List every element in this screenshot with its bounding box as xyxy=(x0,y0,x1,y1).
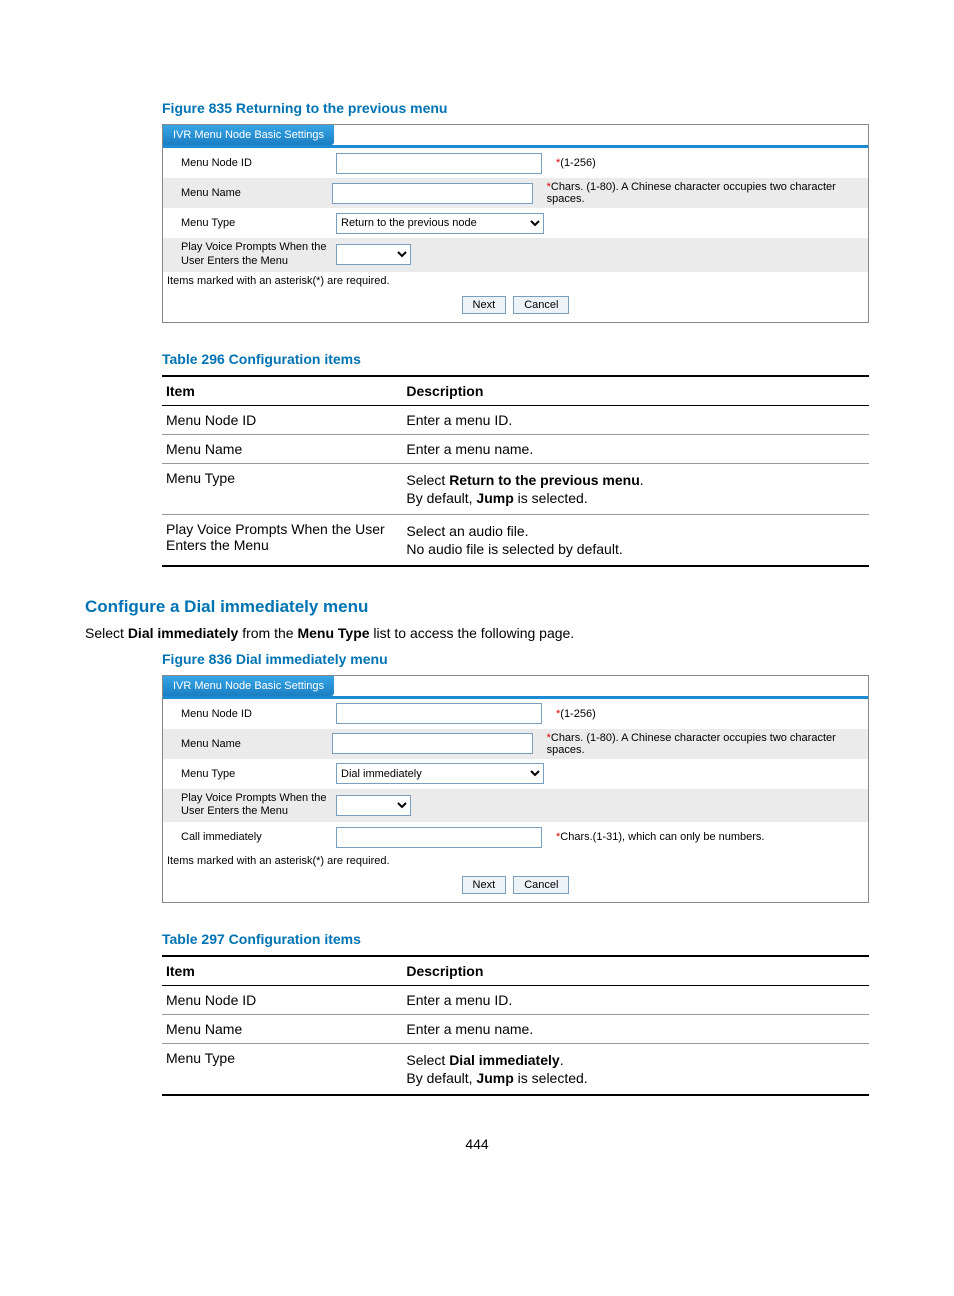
figure-836-form: IVR Menu Node Basic Settings Menu Node I… xyxy=(162,675,869,904)
table-row: Menu Name Enter a menu name. xyxy=(162,434,869,463)
select-play-prompt[interactable] xyxy=(336,795,411,816)
row-menu-node-id: Menu Node ID *(1-256) xyxy=(163,148,868,178)
row-call-immediately: Call immediately *Chars.(1-31), which ca… xyxy=(163,822,868,852)
cancel-button[interactable]: Cancel xyxy=(513,296,569,314)
row-menu-type: Menu Type Dial immediately xyxy=(163,759,868,789)
label-menu-name: Menu Name xyxy=(181,187,332,199)
label-menu-type: Menu Type xyxy=(181,217,336,229)
row-play-prompt: Play Voice Prompts When the User Enters … xyxy=(163,789,868,823)
panel-header: IVR Menu Node Basic Settings xyxy=(163,676,334,696)
table-row: Menu Type Select Return to the previous … xyxy=(162,463,869,514)
hint-call-immediately: *Chars.(1-31), which can only be numbers… xyxy=(556,831,765,843)
table-row: Menu Node ID Enter a menu ID. xyxy=(162,405,869,434)
next-button[interactable]: Next xyxy=(462,296,507,314)
panel-header: IVR Menu Node Basic Settings xyxy=(163,125,334,145)
hint-menu-name: *Chars. (1-80). A Chinese character occu… xyxy=(547,732,868,756)
row-play-prompt: Play Voice Prompts When the User Enters … xyxy=(163,238,868,272)
page-number: 444 xyxy=(85,1136,869,1152)
select-menu-type[interactable]: Return to the previous node xyxy=(336,213,544,234)
figure-836-caption: Figure 836 Dial immediately menu xyxy=(162,651,869,667)
label-menu-node-id: Menu Node ID xyxy=(181,157,336,169)
figure-835-form: IVR Menu Node Basic Settings Menu Node I… xyxy=(162,124,869,323)
section-heading-dial-immediately: Configure a Dial immediately menu xyxy=(85,597,869,617)
label-menu-node-id: Menu Node ID xyxy=(181,708,336,720)
row-menu-name: Menu Name *Chars. (1-80). A Chinese char… xyxy=(163,729,868,759)
label-menu-name: Menu Name xyxy=(181,738,332,750)
th-item: Item xyxy=(162,376,402,406)
row-menu-name: Menu Name *Chars. (1-80). A Chinese char… xyxy=(163,178,868,208)
row-menu-node-id: Menu Node ID *(1-256) xyxy=(163,699,868,729)
table-296: Item Description Menu Node ID Enter a me… xyxy=(162,375,869,567)
cancel-button[interactable]: Cancel xyxy=(513,876,569,894)
label-menu-type: Menu Type xyxy=(181,768,336,780)
hint-menu-node-id: *(1-256) xyxy=(556,708,596,720)
input-menu-name[interactable] xyxy=(332,183,533,204)
table-297: Item Description Menu Node ID Enter a me… xyxy=(162,955,869,1096)
th-item: Item xyxy=(162,956,402,986)
select-menu-type[interactable]: Dial immediately xyxy=(336,763,544,784)
next-button[interactable]: Next xyxy=(462,876,507,894)
hint-menu-node-id: *(1-256) xyxy=(556,157,596,169)
required-note: Items marked with an asterisk(*) are req… xyxy=(163,272,868,290)
table-row: Menu Node ID Enter a menu ID. xyxy=(162,986,869,1015)
row-menu-type: Menu Type Return to the previous node xyxy=(163,208,868,238)
table-297-caption: Table 297 Configuration items xyxy=(162,931,869,947)
input-menu-node-id[interactable] xyxy=(336,153,542,174)
label-play-prompt: Play Voice Prompts When the User Enters … xyxy=(181,792,336,820)
table-row: Menu Type Select Dial immediately. By de… xyxy=(162,1044,869,1096)
th-desc: Description xyxy=(402,956,869,986)
input-menu-name[interactable] xyxy=(332,733,533,754)
select-play-prompt[interactable] xyxy=(336,244,411,265)
input-call-immediately[interactable] xyxy=(336,827,542,848)
input-menu-node-id[interactable] xyxy=(336,703,542,724)
button-row: Next Cancel xyxy=(163,870,868,902)
label-play-prompt: Play Voice Prompts When the User Enters … xyxy=(181,241,336,269)
hint-menu-name: *Chars. (1-80). A Chinese character occu… xyxy=(547,181,868,205)
table-row: Play Voice Prompts When the User Enters … xyxy=(162,514,869,566)
label-call-immediately: Call immediately xyxy=(181,831,336,843)
required-note: Items marked with an asterisk(*) are req… xyxy=(163,852,868,870)
section-intro: Select Dial immediately from the Menu Ty… xyxy=(85,625,869,641)
th-desc: Description xyxy=(402,376,869,406)
figure-835-caption: Figure 835 Returning to the previous men… xyxy=(162,100,869,116)
table-296-caption: Table 296 Configuration items xyxy=(162,351,869,367)
table-row: Menu Name Enter a menu name. xyxy=(162,1015,869,1044)
button-row: Next Cancel xyxy=(163,290,868,322)
